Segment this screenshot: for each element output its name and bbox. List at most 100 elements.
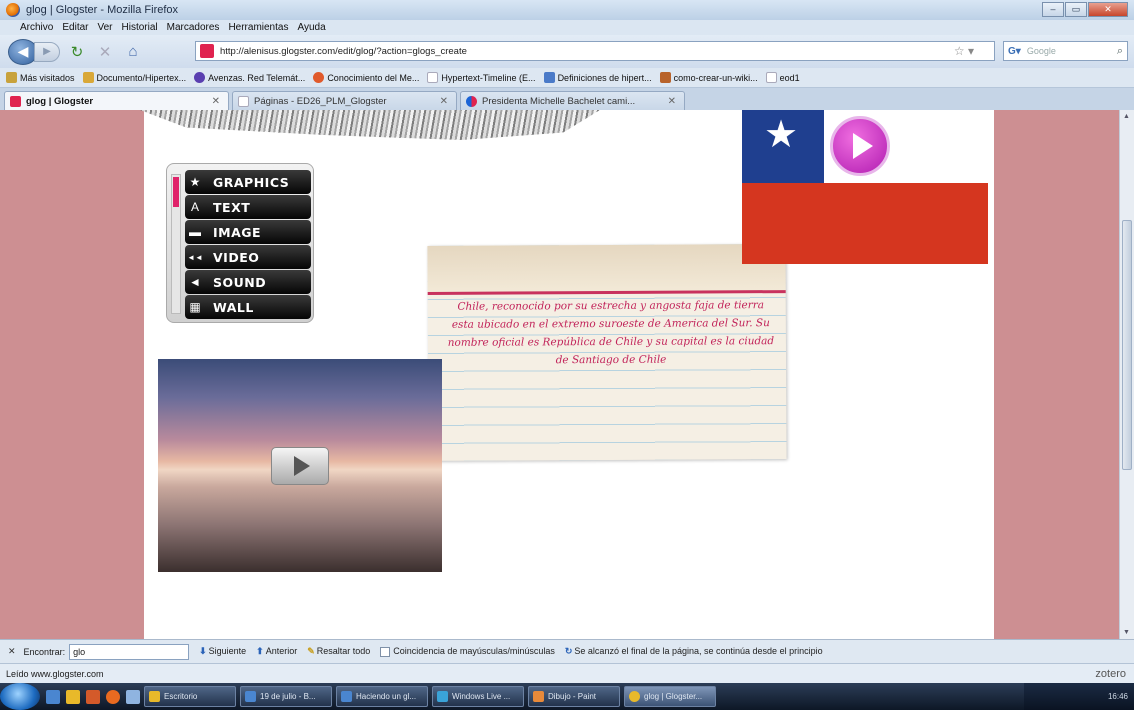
tool-label: SOUND	[213, 274, 267, 290]
minimize-button[interactable]: –	[1042, 2, 1064, 17]
site-favicon	[200, 44, 214, 58]
text-note-card[interactable]: Chile, reconocido por su estrecha y ango…	[427, 244, 787, 461]
match-case-checkbox[interactable]: Coincidencia de mayúsculas/minúsculas	[380, 646, 555, 657]
audio-play-button[interactable]	[830, 116, 890, 176]
taskbar-item[interactable]: Haciendo un gl...	[336, 686, 428, 707]
forward-button[interactable]: ▶	[34, 41, 60, 62]
toolbox-handle[interactable]	[171, 174, 181, 314]
folder-icon	[149, 691, 160, 702]
search-box[interactable]: G▾ Google ⌕	[1003, 41, 1128, 61]
back-arrow-icon: ◀	[17, 43, 29, 59]
maximize-button[interactable]: ▭	[1065, 2, 1087, 17]
play-icon	[852, 133, 873, 159]
quicklaunch-icon[interactable]	[66, 689, 80, 704]
close-tab-icon[interactable]: ✕	[440, 96, 448, 107]
menu-ver[interactable]: Ver	[97, 22, 112, 33]
bookmark-item[interactable]: Documento/Hipertex...	[82, 72, 186, 83]
scroll-up-icon[interactable]: ▲	[1123, 113, 1130, 120]
video-tool-button[interactable]: ◄◄ VIDEO	[185, 245, 311, 269]
search-icon[interactable]: ⌕	[1117, 45, 1123, 58]
close-find-icon[interactable]: ✕	[8, 646, 16, 657]
menu-archivo[interactable]: Archivo	[20, 22, 53, 33]
url-bar[interactable]: http://alenisus.glogster.com/edit/glog/?…	[195, 41, 995, 61]
bookmark-item[interactable]: como-crear-un-wiki...	[659, 72, 758, 83]
find-next-button[interactable]: ⬇ Siguiente	[199, 646, 246, 657]
page-icon	[238, 95, 249, 107]
sound-icon: ◄	[189, 275, 201, 289]
scroll-down-icon[interactable]: ▼	[1123, 629, 1130, 636]
system-tray: 16:46	[1024, 683, 1134, 710]
app-icon	[437, 691, 448, 702]
highlight-all-button[interactable]: ✎ Resaltar todo	[307, 646, 370, 657]
sound-tool-button[interactable]: ◄ SOUND	[185, 270, 311, 294]
bookmark-item[interactable]: Avenzas. Red Telemát...	[194, 72, 305, 83]
taskbar-item[interactable]: Dibujo - Paint	[528, 686, 620, 707]
quicklaunch-icon[interactable]	[46, 689, 60, 704]
video-play-button[interactable]	[271, 447, 329, 485]
bookmark-item[interactable]: Conocimiento del Me...	[313, 72, 419, 83]
window-controls: – ▭ ✕	[1041, 2, 1128, 17]
zotero-button[interactable]: zotero	[1095, 668, 1126, 680]
tool-label: VIDEO	[213, 249, 260, 265]
tab-bachelet[interactable]: Presidenta Michelle Bachelet cami... ✕	[460, 91, 685, 110]
windows-taskbar: Escritorio 19 de julio - B... Haciendo u…	[0, 683, 1134, 710]
chile-flag-image[interactable]: ★	[742, 110, 988, 264]
paint-icon	[533, 691, 544, 702]
image-tool-button[interactable]: ▬ IMAGE	[185, 220, 311, 244]
checkbox-icon	[380, 646, 391, 657]
menu-historial[interactable]: Historial	[122, 22, 158, 33]
firefox-icon	[6, 3, 20, 17]
taskbar-item[interactable]: Escritorio	[144, 686, 236, 707]
tab-paginas[interactable]: Páginas - ED26_PLM_Glogster ✕	[232, 91, 457, 110]
close-tab-icon[interactable]: ✕	[212, 96, 220, 107]
taskbar-item[interactable]: Windows Live ...	[432, 686, 524, 707]
tab-label: glog | Glogster	[26, 95, 94, 107]
text-tool-button[interactable]: A TEXT	[185, 195, 311, 219]
taskbar-item[interactable]: 19 de julio - B...	[240, 686, 332, 707]
reload-button[interactable]: ↻	[66, 41, 88, 63]
graphics-tool-button[interactable]: ★ GRAPHICS	[185, 170, 311, 194]
page-viewport: ★ GRAPHICS A TEXT ▬ IMAGE ◄◄ VIDEO ◄ SOU…	[0, 110, 1134, 639]
highlight-icon: ✎	[307, 646, 315, 656]
bookmark-star-icon[interactable]: ☆ ▾	[954, 44, 974, 58]
star-icon: ★	[764, 114, 799, 156]
close-button[interactable]: ✕	[1088, 2, 1128, 17]
flickr-icon	[466, 95, 477, 107]
stop-button[interactable]: ✕	[94, 41, 116, 63]
tab-label: Páginas - ED26_PLM_Glogster	[254, 95, 387, 107]
star-icon: ★	[189, 175, 201, 189]
window-title: glog | Glogster - Mozilla Firefox	[26, 4, 179, 16]
up-arrow-icon: ⬆	[256, 646, 264, 656]
bookmark-item[interactable]: Hypertext-Timeline (E...	[427, 72, 536, 83]
play-icon	[294, 456, 310, 476]
sunset-video-player[interactable]	[158, 359, 442, 572]
title-bar: glog | Glogster - Mozilla Firefox – ▭ ✕	[0, 0, 1134, 20]
google-icon[interactable]: G▾	[1008, 46, 1021, 57]
tool-label: IMAGE	[213, 224, 262, 240]
quicklaunch-icon[interactable]	[106, 689, 120, 704]
taskbar-item[interactable]: glog | Glogster...	[624, 686, 716, 707]
menu-herramientas[interactable]: Herramientas	[228, 22, 288, 33]
vertical-scrollbar[interactable]: ▲ ▼	[1119, 110, 1134, 639]
clock[interactable]: 16:46	[1108, 692, 1128, 701]
menu-ayuda[interactable]: Ayuda	[297, 22, 325, 33]
reload-icon: ↻	[70, 43, 84, 61]
quicklaunch-icon[interactable]	[86, 689, 100, 704]
find-previous-button[interactable]: ⬆ Anterior	[256, 646, 297, 657]
tab-glogster[interactable]: glog | Glogster ✕	[4, 91, 229, 110]
menu-marcadores[interactable]: Marcadores	[167, 22, 220, 33]
page-icon	[427, 72, 439, 83]
bookmark-item[interactable]: Definiciones de hipert...	[543, 72, 652, 83]
quicklaunch-icon[interactable]	[126, 689, 140, 704]
bookmark-item[interactable]: eod1	[765, 72, 800, 83]
menu-editar[interactable]: Editar	[62, 22, 88, 33]
home-button[interactable]: ⌂	[122, 41, 144, 63]
scrollbar-thumb[interactable]	[1122, 220, 1132, 470]
close-tab-icon[interactable]: ✕	[668, 96, 676, 107]
wall-tool-button[interactable]: ▦ WALL	[185, 295, 311, 319]
bookmark-item[interactable]: Más visitados	[6, 72, 75, 83]
bookmark-icon	[6, 72, 17, 83]
find-input[interactable]: glo	[69, 643, 190, 660]
status-text: Leído www.glogster.com	[6, 668, 104, 679]
start-button[interactable]	[0, 683, 40, 710]
